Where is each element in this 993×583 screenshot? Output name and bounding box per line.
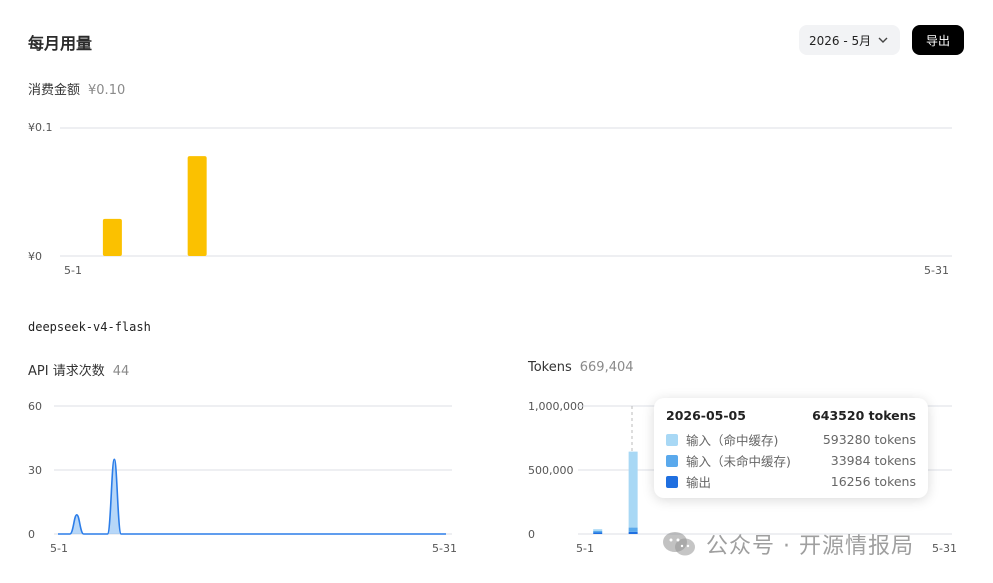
- tooltip-header: 2026-05-05 643520 tokens: [666, 408, 916, 423]
- legend-swatch-cache-hit: [666, 433, 678, 446]
- legend-swatch-output: [666, 475, 678, 488]
- token-bar-output-5-2[interactable]: [593, 532, 603, 535]
- token-bar-cache-hit-5-5[interactable]: [628, 451, 638, 528]
- tooltip-row-output: 输出 16256 tokens: [666, 471, 916, 492]
- tooltip-row-label: 输入（未命中缓存): [686, 454, 791, 469]
- tooltip-row-cache-hit: 输入（命中缓存) 593280 tokens: [666, 429, 916, 450]
- tooltip-row-value: 593280 tokens: [822, 432, 916, 447]
- tooltip-row-cache-miss: 输入（未命中缓存) 33984 tokens: [666, 450, 916, 471]
- token-bar-cache-hit-5-2[interactable]: [593, 529, 603, 531]
- tooltip-date: 2026-05-05: [666, 408, 746, 423]
- token-bar-cache-miss-5-2[interactable]: [593, 531, 603, 533]
- tooltip-row-value: 33984 tokens: [830, 453, 916, 468]
- tokens-tooltip: 2026-05-05 643520 tokens 输入（命中缓存) 593280…: [654, 398, 928, 498]
- wechat-icon: [663, 532, 695, 556]
- token-bars: [593, 451, 638, 535]
- token-bar-output-5-5[interactable]: [628, 531, 638, 534]
- tooltip-row-label: 输入（命中缓存): [686, 433, 779, 448]
- token-bar-cache-miss-5-5[interactable]: [628, 527, 638, 532]
- tooltip-total: 643520 tokens: [812, 408, 916, 423]
- watermark: 公众号 · 开源情报局: [662, 528, 914, 560]
- tooltip-row-value: 16256 tokens: [830, 474, 916, 489]
- watermark-text: 公众号 · 开源情报局: [706, 534, 914, 559]
- legend-swatch-cache-miss: [666, 454, 678, 467]
- tooltip-row-label: 输出: [686, 475, 712, 490]
